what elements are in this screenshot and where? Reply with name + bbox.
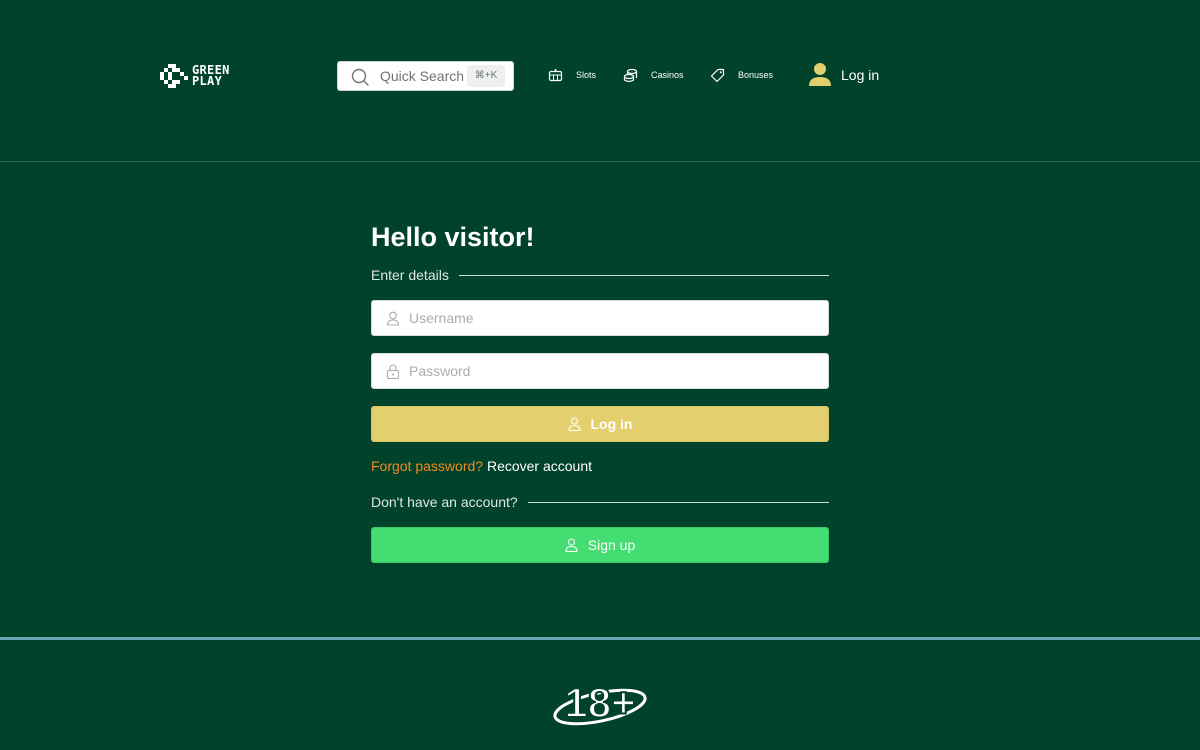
site-header: GREEN PLAY Quick Search ⌘+K Slots Casino… (0, 0, 1200, 162)
nav-item-slots[interactable]: Slots (548, 66, 596, 84)
username-field[interactable] (371, 300, 829, 336)
user-icon (567, 417, 581, 431)
divider-line (458, 274, 829, 276)
search-shortcut-badge: ⌘+K (467, 65, 505, 87)
tag-icon (710, 68, 725, 82)
login-button-label: Log in (590, 416, 633, 432)
lock-icon (386, 364, 400, 379)
nav-label-casinos: Casinos (651, 70, 684, 80)
logo-mark-icon (160, 64, 188, 88)
login-form: Hello visitor! Enter details Log in Forg… (371, 222, 829, 563)
nav-item-bonuses[interactable]: Bonuses (710, 66, 773, 84)
footer-divider (0, 637, 1200, 640)
signup-button[interactable]: Sign up (371, 527, 829, 563)
header-login-label: Log in (841, 67, 880, 83)
user-icon (565, 538, 578, 552)
signup-button-label: Sign up (587, 537, 636, 553)
age-badge-text: 18+ (564, 679, 635, 726)
search-icon (351, 68, 369, 86)
no-account-label: Don't have an account? (371, 494, 518, 510)
site-logo[interactable]: GREEN PLAY (160, 63, 244, 89)
nav-label-bonuses: Bonuses (738, 70, 774, 80)
recover-account-link[interactable]: Recover account (487, 458, 592, 474)
divider-line (527, 501, 829, 503)
page-title: Hello visitor! (371, 222, 535, 252)
forgot-password-text: Forgot password? (371, 458, 484, 474)
logo-line-2: PLAY (192, 74, 223, 88)
logo-text: GREEN PLAY (192, 64, 230, 88)
slot-machine-icon (548, 68, 563, 81)
enter-details-label: Enter details (371, 267, 449, 283)
username-input[interactable] (409, 301, 819, 335)
enter-details-divider: Enter details (371, 267, 829, 283)
login-button[interactable]: Log in (371, 406, 829, 442)
quick-search[interactable]: Quick Search ⌘+K (337, 61, 514, 91)
password-field[interactable] (371, 353, 829, 389)
user-icon (386, 311, 400, 326)
nav-label-slots: Slots (576, 70, 597, 80)
search-placeholder: Quick Search (380, 68, 465, 84)
age-restriction-badge: 18+ (553, 678, 647, 727)
user-avatar-icon (809, 63, 831, 86)
header-login-button[interactable]: Log in (808, 62, 879, 88)
forgot-password-row: Forgot password? Recover account (371, 457, 829, 475)
no-account-divider: Don't have an account? (371, 494, 829, 510)
coins-icon (623, 68, 638, 82)
nav-item-casinos[interactable]: Casinos (623, 66, 684, 84)
password-input[interactable] (409, 354, 819, 388)
